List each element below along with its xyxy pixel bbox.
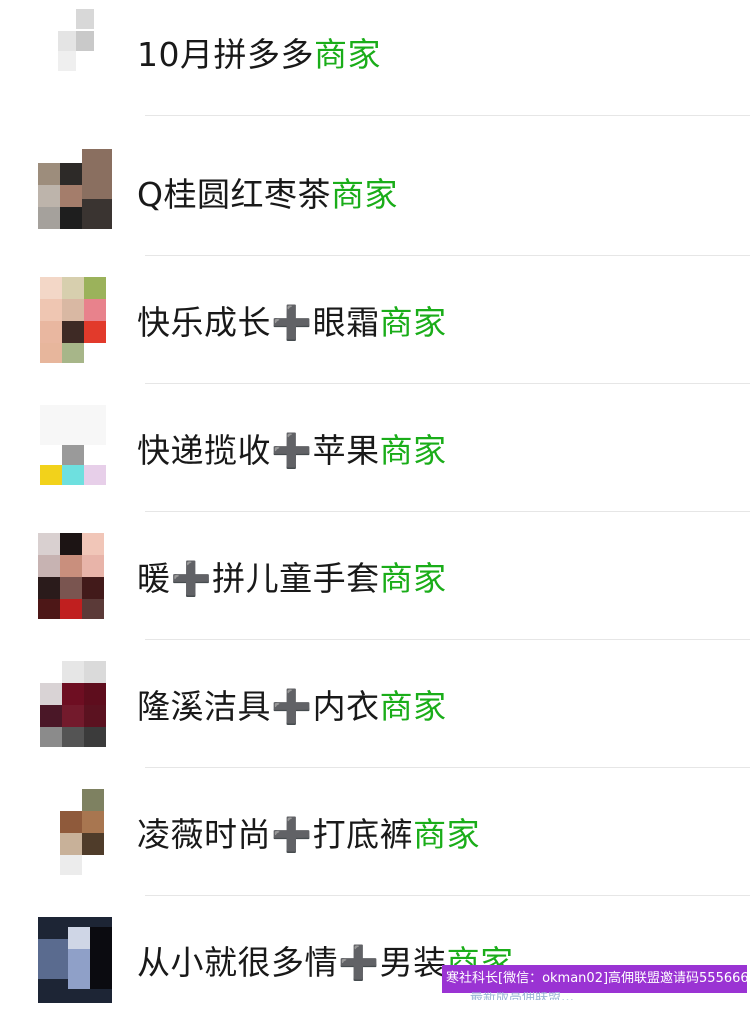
contact-title: 暖➕拼儿童手套商家 <box>137 552 447 600</box>
plus-icon: ➕ <box>271 303 313 342</box>
contact-name: Q桂圆红枣茶 <box>137 175 331 214</box>
plus-icon: ➕ <box>271 815 313 854</box>
plus-icon: ➕ <box>338 943 380 982</box>
contact-title: 快乐成长➕眼霜商家 <box>137 296 447 344</box>
plus-icon: ➕ <box>271 687 313 726</box>
avatar <box>38 917 112 1003</box>
merchant-tag: 商家 <box>379 559 447 598</box>
contact-name: 快递揽收 <box>137 431 271 470</box>
contact-title: 隆溪洁具➕内衣商家 <box>137 680 447 728</box>
contact-name: 从小就很多情 <box>137 943 338 982</box>
contact-title: 凌薇时尚➕打底裤商家 <box>137 808 480 856</box>
contact-row-4[interactable]: 暖➕拼儿童手套商家 <box>0 512 750 640</box>
watermark-subtext: 最新版高佣联盟… <box>470 992 575 1000</box>
avatar <box>38 9 112 95</box>
contact-row-1[interactable]: Q桂圆红枣茶商家 <box>0 128 750 256</box>
avatar <box>38 533 112 619</box>
contact-title: 快递揽收➕苹果商家 <box>137 424 447 472</box>
contact-title: Q桂圆红枣茶商家 <box>137 168 398 216</box>
contact-name: 暖 <box>137 559 171 598</box>
contact-name: 隆溪洁具 <box>137 687 271 726</box>
contact-row-0[interactable]: 10月拼多多商家 <box>0 0 750 116</box>
merchant-tag: 商家 <box>413 815 481 854</box>
contact-row-7[interactable]: 从小就很多情➕男装商家 <box>0 896 750 1024</box>
contact-list: 10月拼多多商家 Q桂圆红枣茶商家 快乐成长➕眼霜商家 快递揽收➕苹果商家 暖➕… <box>0 0 750 1024</box>
contact-title: 10月拼多多商家 <box>137 28 381 76</box>
contact-suffix: 打底裤 <box>312 815 414 854</box>
contact-row-2[interactable]: 快乐成长➕眼霜商家 <box>0 256 750 384</box>
avatar <box>38 661 112 747</box>
contact-suffix: 男装 <box>379 943 447 982</box>
contact-row-5[interactable]: 隆溪洁具➕内衣商家 <box>0 640 750 768</box>
plus-icon: ➕ <box>271 431 313 470</box>
avatar <box>38 405 112 491</box>
merchant-tag: 商家 <box>379 687 447 726</box>
avatar <box>38 149 112 235</box>
contact-row-3[interactable]: 快递揽收➕苹果商家 <box>0 384 750 512</box>
merchant-tag: 商家 <box>314 35 381 74</box>
watermark-banner: 寒社科长[微信：okman02]高佣联盟邀请码555666 <box>442 965 747 993</box>
merchant-tag: 商家 <box>330 175 398 214</box>
contact-name: 快乐成长 <box>137 303 271 342</box>
contact-row-6[interactable]: 凌薇时尚➕打底裤商家 <box>0 768 750 896</box>
contact-name: 10月拼多多 <box>137 35 314 74</box>
plus-icon: ➕ <box>170 559 213 598</box>
contact-suffix: 拼儿童手套 <box>212 559 380 598</box>
contact-suffix: 眼霜 <box>312 303 380 342</box>
contact-suffix: 苹果 <box>312 431 380 470</box>
merchant-tag: 商家 <box>379 303 447 342</box>
merchant-tag: 商家 <box>379 431 447 470</box>
avatar <box>38 277 112 363</box>
contact-suffix: 内衣 <box>312 687 380 726</box>
contact-name: 凌薇时尚 <box>137 815 271 854</box>
divider <box>145 115 750 116</box>
avatar <box>38 789 112 875</box>
